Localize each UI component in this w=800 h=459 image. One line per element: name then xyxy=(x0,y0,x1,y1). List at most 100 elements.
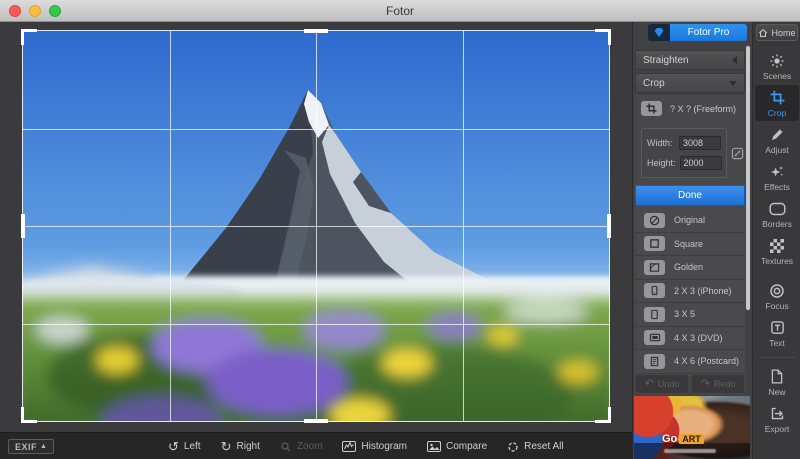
crop-handle-right[interactable] xyxy=(607,214,611,238)
goart-logo-go: Go xyxy=(662,433,678,445)
tool-crop[interactable]: Crop xyxy=(755,85,799,121)
goart-logo: Go ART xyxy=(662,433,704,445)
tool-label: Textures xyxy=(760,256,794,266)
tool-effects[interactable]: Effects xyxy=(755,159,799,195)
height-input[interactable] xyxy=(679,156,722,170)
preset-4x3-dvd[interactable]: 4 X 3 (DVD) xyxy=(635,326,745,350)
tool-label: Scenes xyxy=(762,71,792,81)
crop-handle-bottom[interactable] xyxy=(304,419,328,423)
crop-handle-top-left[interactable] xyxy=(21,29,37,45)
editor-canvas-area: EXIF ▲ ↺ Left ↻ Right Zoom Histogram Com… xyxy=(0,22,632,459)
home-button[interactable]: Home xyxy=(756,24,798,41)
history-buttons: ↶ Undo ↷ Redo xyxy=(635,374,745,394)
rotate-right-button[interactable]: ↻ Right xyxy=(221,440,260,453)
crop-handle-left[interactable] xyxy=(21,214,25,238)
goart-ad-banner[interactable]: Go ART xyxy=(634,396,750,459)
tool-adjust[interactable]: Adjust xyxy=(755,122,799,158)
tool-focus[interactable]: Focus xyxy=(755,278,799,314)
preset-original[interactable]: Original xyxy=(635,209,745,233)
phone-icon xyxy=(644,283,665,299)
preset-label: Golden xyxy=(674,262,704,273)
minimize-window-button[interactable] xyxy=(29,5,41,17)
width-row: Width: xyxy=(647,136,721,150)
expand-icon xyxy=(729,80,737,86)
tool-borders[interactable]: Borders xyxy=(755,196,799,232)
tool-list: Scenes Crop Adjust Effects Borders Textu… xyxy=(753,48,800,438)
tool-scenes[interactable]: Scenes xyxy=(755,48,799,84)
preset-label: 4 X 6 (Postcard) xyxy=(674,356,740,367)
zoom-window-button[interactable] xyxy=(49,5,61,17)
crop-grid-line xyxy=(23,226,609,227)
bottom-toolbar: EXIF ▲ ↺ Left ↻ Right Zoom Histogram Com… xyxy=(0,432,632,459)
crop-handle-top-right[interactable] xyxy=(595,29,611,45)
preset-golden[interactable]: Golden xyxy=(635,256,745,280)
preset-3x5[interactable]: 3 X 5 xyxy=(635,303,745,327)
straighten-section-header[interactable]: Straighten xyxy=(635,50,745,70)
goart-logo-art: ART xyxy=(679,434,704,444)
gem-icon xyxy=(654,28,664,37)
preset-square[interactable]: Square xyxy=(635,232,745,256)
done-button[interactable]: Done xyxy=(635,185,745,206)
frame-icon xyxy=(768,200,786,217)
ad-caption-text-blur xyxy=(664,449,716,453)
crop-handle-bottom-right[interactable] xyxy=(595,407,611,423)
home-label: Home xyxy=(771,27,796,38)
height-row: Height: xyxy=(647,156,722,170)
crop-handle-bottom-left[interactable] xyxy=(21,407,37,423)
checkerboard-icon xyxy=(769,237,786,254)
undo-button[interactable]: ↶ Undo xyxy=(635,374,689,394)
tool-text[interactable]: Text xyxy=(755,315,799,351)
toolbar-buttons: ↺ Left ↻ Right Zoom Histogram Compare Re… xyxy=(168,433,564,459)
preset-label: Original xyxy=(674,215,706,226)
tool-label: Text xyxy=(769,338,785,348)
fotor-pro-label: Fotor Pro xyxy=(670,24,747,41)
freeform-ratio-row[interactable]: ? X ? (Freeform) xyxy=(635,95,745,120)
crop-overlay[interactable] xyxy=(21,29,611,423)
tool-label: New xyxy=(768,387,786,397)
reset-icon xyxy=(507,441,519,453)
fotor-pro-button[interactable]: Fotor Pro xyxy=(648,24,747,41)
sun-icon xyxy=(769,52,786,69)
aspect-lock-icon[interactable] xyxy=(731,147,744,160)
rotate-right-label: Right xyxy=(236,441,260,452)
histogram-label: Histogram xyxy=(361,441,407,452)
text-icon xyxy=(769,319,786,336)
crop-section-header[interactable]: Crop xyxy=(635,73,745,93)
window-title: Fotor xyxy=(385,3,414,18)
tool-label: Borders xyxy=(762,219,792,229)
histogram-button[interactable]: Histogram xyxy=(342,441,407,452)
crop-handle-top[interactable] xyxy=(304,29,328,33)
redo-button[interactable]: ↷ Redo xyxy=(691,374,745,394)
zoom-label: Zoom xyxy=(296,441,323,452)
preset-label: 3 X 5 xyxy=(674,309,696,320)
rotate-left-label: Left xyxy=(183,441,201,452)
close-window-button[interactable] xyxy=(9,5,21,17)
crop-freeform-icon xyxy=(641,101,662,116)
straighten-label: Straighten xyxy=(643,54,689,66)
magnifier-icon xyxy=(280,441,292,453)
width-label: Width: xyxy=(647,138,673,148)
preset-label: 2 X 3 (iPhone) xyxy=(674,285,732,296)
square-ratio-icon xyxy=(644,236,665,252)
tool-label: Focus xyxy=(765,301,789,311)
compare-button[interactable]: Compare xyxy=(427,441,487,452)
preset-4x6-postcard[interactable]: 4 X 6 (Postcard) xyxy=(635,350,745,374)
width-input[interactable] xyxy=(679,136,721,150)
panel-scrollbar[interactable] xyxy=(746,46,750,310)
photo-canvas[interactable] xyxy=(21,29,611,423)
preset-2x3-iphone[interactable]: 2 X 3 (iPhone) xyxy=(635,279,745,303)
undo-label: Undo xyxy=(657,379,680,389)
undo-icon: ↶ xyxy=(644,377,654,390)
tool-export[interactable]: Export xyxy=(755,401,799,437)
exif-label: EXIF xyxy=(15,441,38,452)
original-ratio-icon xyxy=(644,212,665,228)
tool-new[interactable]: New xyxy=(755,364,799,400)
tool-textures[interactable]: Textures xyxy=(755,233,799,269)
exif-button[interactable]: EXIF ▲ xyxy=(8,439,55,454)
preset-label: Square xyxy=(674,238,704,249)
rotate-left-button[interactable]: ↺ Left xyxy=(168,440,201,453)
crop-grid-line xyxy=(23,323,609,325)
compare-label: Compare xyxy=(446,441,488,452)
crop-section-label: Crop xyxy=(643,77,665,89)
reset-all-button[interactable]: Reset All xyxy=(507,441,564,453)
